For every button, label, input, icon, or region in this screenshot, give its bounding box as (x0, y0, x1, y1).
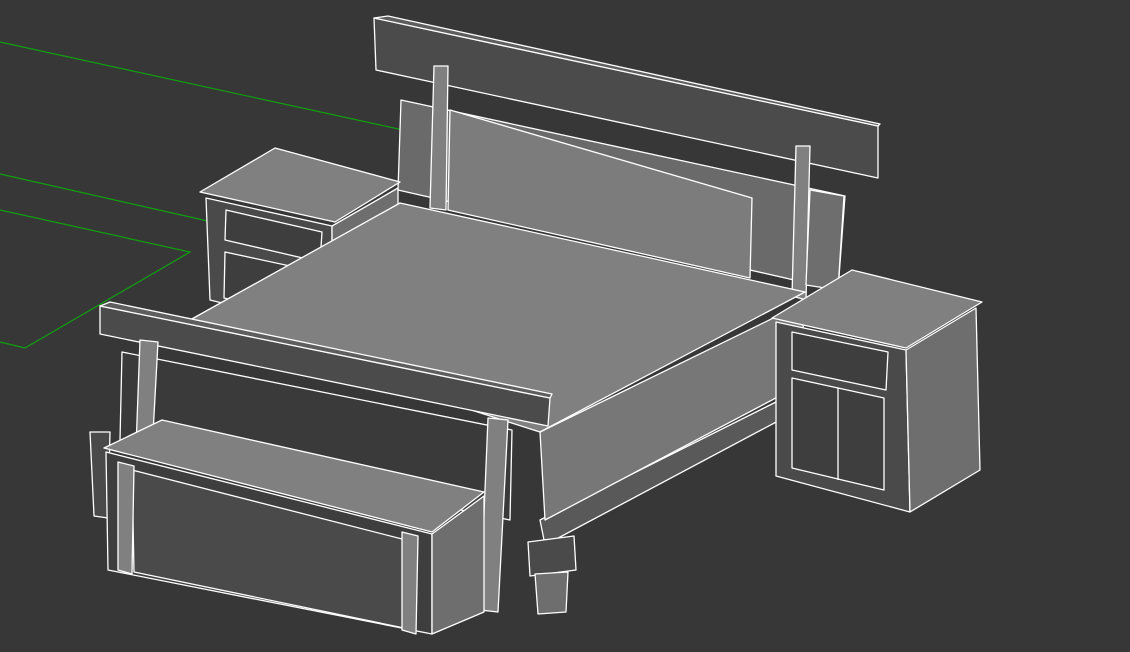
scene-canvas[interactable] (0, 0, 1130, 652)
right-nightstand (771, 269, 983, 513)
3d-viewport[interactable] (0, 0, 1130, 652)
